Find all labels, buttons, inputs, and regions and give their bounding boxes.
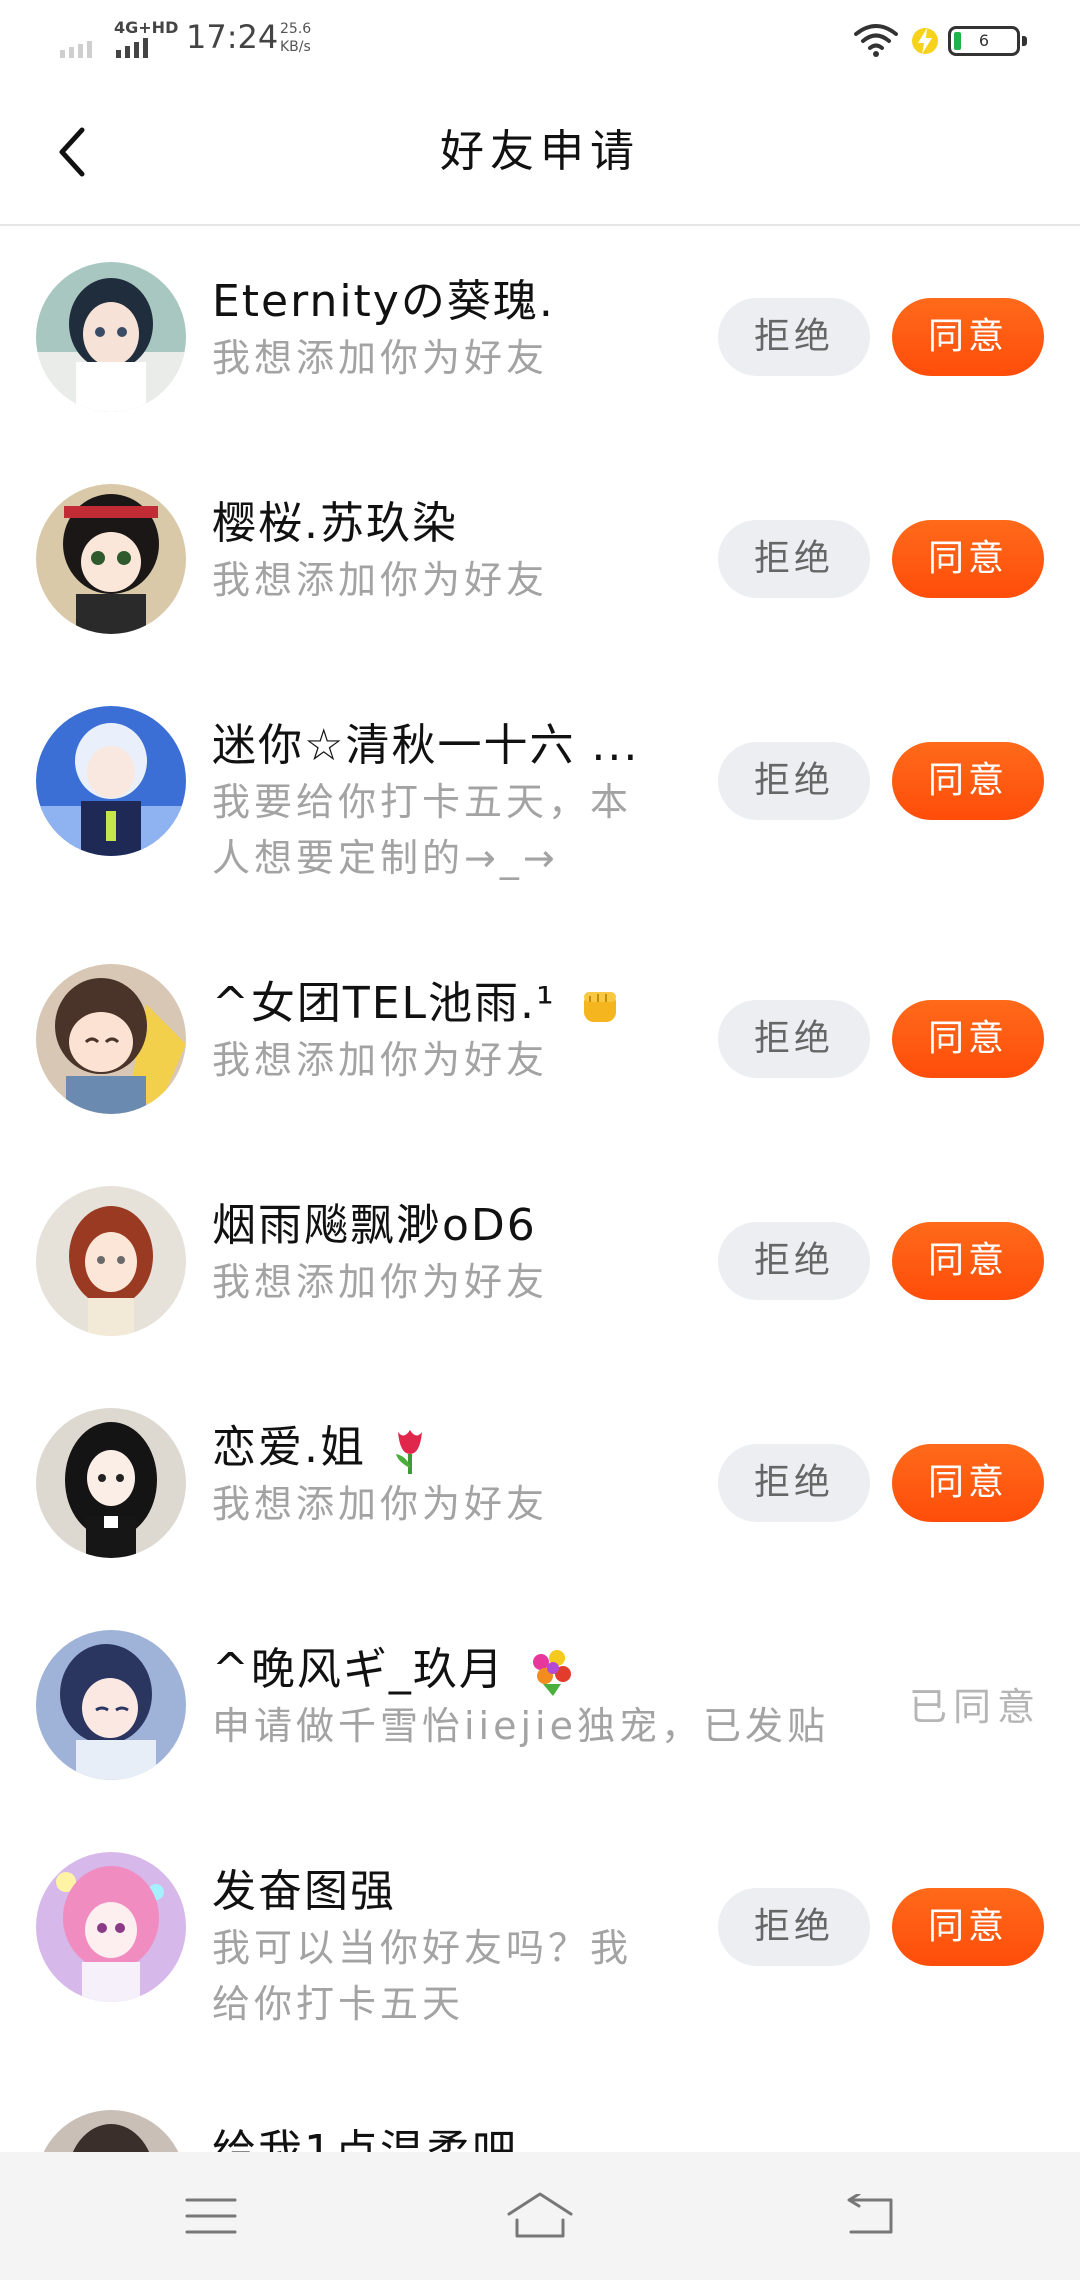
avatar[interactable] (36, 1408, 186, 1558)
reject-button[interactable]: 拒绝 (718, 298, 870, 376)
user-name[interactable]: Eternityの葵瑰. (212, 274, 692, 330)
request-text: Eternityの葵瑰. 我想添加你为好友 (212, 274, 692, 386)
avatar[interactable] (36, 706, 186, 856)
request-message: 我想添加你为好友 (212, 1038, 549, 1082)
home-button[interactable] (505, 2188, 575, 2244)
accept-button[interactable]: 同意 (892, 1888, 1044, 1966)
user-name[interactable]: 发奋图强 (212, 1864, 692, 1920)
friend-request-item: 烟雨飚飘渺oD6 我想添加你为好友 拒绝 同意 (0, 1186, 1080, 1376)
avatar[interactable] (36, 262, 186, 412)
request-text: 迷你☆清秋一十六 ... 我要给你打卡五天，本人想要定制的→_→ (212, 718, 692, 886)
friend-request-item: 恋爱.姐 我想添加你为好友 拒绝 同意 (0, 1408, 1080, 1598)
network-speed-unit: KB/s (280, 39, 311, 55)
battery-percent: 6 (978, 31, 990, 50)
tulip-emoji-icon (396, 1430, 422, 1474)
request-message: 我想添加你为好友 (212, 1482, 549, 1526)
friend-request-item: 迷你☆清秋一十六 ... 我要给你打卡五天，本人想要定制的→_→ 拒绝 同意 (0, 706, 1080, 906)
accept-button[interactable]: 同意 (892, 742, 1044, 820)
charging-icon (912, 28, 938, 54)
reject-button[interactable]: 拒绝 (718, 742, 870, 820)
request-text: ^晚风ギ_玖月 申请做千雪怡iiejie独宠，已发贴 (212, 1642, 829, 1754)
user-name-line: 恋爱.姐 (212, 1420, 692, 1476)
friend-request-item: 樱桜.苏玖染 我想添加你为好友 拒绝 同意 (0, 484, 1080, 674)
network-speed: 25.6 KB/s (280, 20, 311, 56)
status-bar: 4G+HD 17:24 25.6 KB/s 6 (0, 0, 1080, 80)
back-button[interactable] (40, 120, 104, 184)
accept-button[interactable]: 同意 (892, 520, 1044, 598)
return-icon (847, 2194, 893, 2234)
avatar[interactable] (36, 1186, 186, 1336)
wifi-icon (854, 24, 898, 57)
fist-emoji-icon (583, 992, 616, 1022)
user-name-line: ^晚风ギ_玖月 (212, 1642, 652, 1698)
user-name[interactable]: ^晚风ギ_玖月 (212, 1644, 505, 1695)
request-text: 发奋图强 我可以当你好友吗？我给你打卡五天 (212, 1864, 692, 2032)
user-name[interactable]: 烟雨飚飘渺oD6 (212, 1198, 692, 1254)
user-name[interactable]: 迷你☆清秋一十六 ... (212, 718, 692, 774)
accept-button[interactable]: 同意 (892, 1000, 1044, 1078)
accept-button[interactable]: 同意 (892, 1444, 1044, 1522)
user-name-line: ^女团TEL池雨.¹ (212, 976, 692, 1032)
accept-button[interactable]: 同意 (892, 1222, 1044, 1300)
network-speed-value: 25.6 (280, 21, 312, 37)
menu-icon (185, 2198, 237, 2234)
reject-button[interactable]: 拒绝 (718, 1222, 870, 1300)
page-title: 好友申请 (440, 126, 640, 177)
request-text: 樱桜.苏玖染 我想添加你为好友 (212, 496, 692, 608)
request-message: 我想添加你为好友 (212, 336, 549, 380)
user-name[interactable]: 恋爱.姐 (212, 1422, 366, 1473)
clock: 17:24 (186, 18, 279, 56)
friend-request-item: 发奋图强 我可以当你好友吗？我给你打卡五天 拒绝 同意 (0, 1852, 1080, 2052)
accept-button[interactable]: 同意 (892, 298, 1044, 376)
avatar[interactable] (36, 484, 186, 634)
back-arrow-icon (59, 127, 85, 177)
request-text: 恋爱.姐 我想添加你为好友 (212, 1420, 692, 1532)
bouquet-emoji-icon (532, 1650, 571, 1696)
reject-button[interactable]: 拒绝 (718, 1444, 870, 1522)
request-text: 烟雨飚飘渺oD6 我想添加你为好友 (212, 1198, 692, 1310)
request-message: 我想添加你为好友 (212, 558, 549, 602)
request-message: 我可以当你好友吗？我给你打卡五天 (212, 1926, 633, 2026)
request-message: 我要给你打卡五天，本人想要定制的→_→ (212, 780, 633, 880)
friend-request-item: ^晚风ギ_玖月 申请做千雪怡iiejie独宠，已发贴 已同意 (0, 1630, 1080, 1820)
top-nav-bar: 好友申请 (0, 80, 1080, 226)
home-icon (507, 2192, 573, 2238)
request-text: ^女团TEL池雨.¹ 我想添加你为好友 (212, 976, 692, 1088)
reject-button[interactable]: 拒绝 (718, 1000, 870, 1078)
battery-icon: 6 (948, 26, 1027, 56)
reject-button[interactable]: 拒绝 (718, 520, 870, 598)
reject-button[interactable]: 拒绝 (718, 1888, 870, 1966)
avatar[interactable] (36, 1630, 186, 1780)
avatar[interactable] (36, 964, 186, 1114)
user-name[interactable]: ^女团TEL池雨.¹ (212, 978, 556, 1029)
back-nav-button[interactable] (834, 2188, 904, 2244)
network-type: 4G+HD (114, 18, 179, 37)
friend-request-item: ^女团TEL池雨.¹ 我想添加你为好友 拒绝 同意 (0, 964, 1080, 1154)
request-message: 申请做千雪怡iiejie独宠，已发贴 (212, 1704, 829, 1748)
friend-request-item: Eternityの葵瑰. 我想添加你为好友 拒绝 同意 (0, 262, 1080, 452)
request-message: 我想添加你为好友 (212, 1260, 549, 1304)
menu-button[interactable] (176, 2188, 246, 2244)
system-nav-bar (0, 2152, 1080, 2280)
agreed-status: 已同意 (908, 1685, 1041, 1729)
user-name[interactable]: 樱桜.苏玖染 (212, 496, 692, 552)
avatar[interactable] (36, 1852, 186, 2002)
